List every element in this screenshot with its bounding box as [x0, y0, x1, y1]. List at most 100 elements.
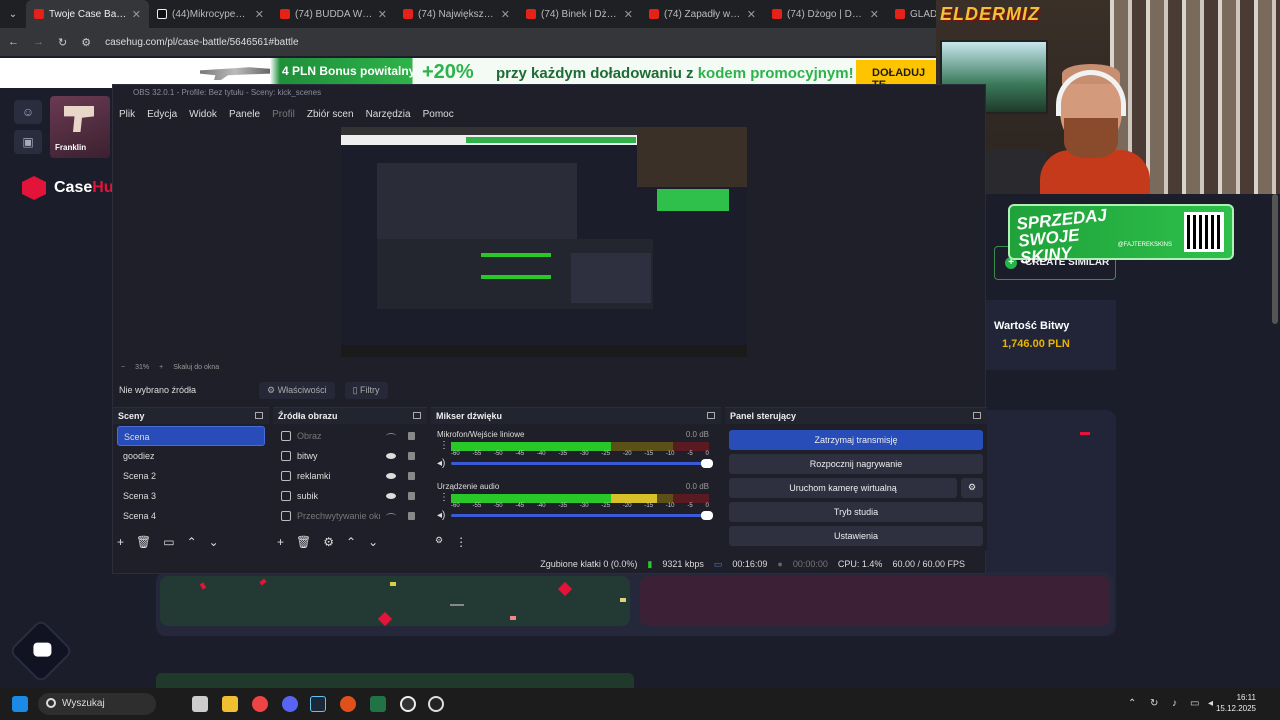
obs-preview[interactable]	[341, 127, 747, 357]
move-up-icon[interactable]: ⌃	[346, 535, 356, 549]
source-item[interactable]: subik	[273, 486, 427, 506]
eye-icon[interactable]	[386, 453, 396, 459]
eye-icon[interactable]	[386, 493, 396, 499]
browser-tab[interactable]: (74) Binek i Dżogo | ✕	[518, 0, 641, 28]
zoom-in-button[interactable]: +	[159, 364, 163, 371]
discord-icon[interactable]	[282, 696, 298, 712]
remove-scene-icon[interactable]: 🗑	[136, 535, 151, 549]
scene-item[interactable]: Scena	[117, 426, 265, 446]
add-source-icon[interactable]: +	[277, 535, 284, 549]
source-item[interactable]: bitwy	[273, 446, 427, 466]
forward-icon[interactable]: →	[33, 36, 44, 48]
virtual-camera-settings-icon[interactable]: ⚙	[961, 478, 983, 498]
source-item[interactable]: Przechwytywanie okr	[273, 506, 427, 526]
filters-button[interactable]: ▯ Filtry	[344, 381, 388, 399]
fit-window-label[interactable]: Skaluj do okna	[173, 364, 219, 371]
banner-cta-button[interactable]: DOŁADUJ TE	[856, 60, 940, 91]
control-button[interactable]: Uruchom kamerę wirtualną ⚙	[729, 478, 983, 498]
volume-slider[interactable]	[451, 511, 713, 520]
obs-taskbar-icon[interactable]	[428, 696, 444, 712]
casehug-logo[interactable]: CaseHu	[22, 176, 114, 200]
volume-slider[interactable]	[451, 459, 713, 468]
close-tab-icon[interactable]: ✕	[747, 8, 756, 21]
move-down-icon[interactable]: ⌄	[209, 535, 219, 549]
lock-icon[interactable]	[408, 492, 415, 500]
menu-item[interactable]: Zbiór scen	[307, 109, 354, 120]
control-button[interactable]: Ustawienia	[729, 526, 983, 546]
scene-item[interactable]: Scena 4	[117, 506, 265, 526]
close-tab-icon[interactable]: ✕	[501, 8, 510, 21]
undock-icon[interactable]	[255, 412, 263, 419]
remove-source-icon[interactable]: 🗑	[296, 535, 311, 549]
taskbar-search[interactable]: Wyszukaj	[38, 693, 156, 715]
sell-skins-ad[interactable]: SPRZEDAJ SWOJE SKINY @FAJTEREKSKINS	[1008, 204, 1234, 268]
properties-button[interactable]: ⚙ Właściwości	[259, 381, 335, 399]
tab-search-icon[interactable]: ⌄	[0, 9, 26, 20]
taskbar-clock[interactable]: 16:11 15.12.2025	[1216, 692, 1256, 714]
inventory-icon[interactable]: ▣	[14, 130, 42, 154]
scene-item[interactable]: goodiez	[117, 446, 265, 466]
lock-icon[interactable]	[408, 432, 415, 440]
menu-item[interactable]: Pomoc	[423, 109, 454, 120]
menu-item[interactable]: Profil	[272, 109, 295, 120]
windows-start-icon[interactable]	[12, 696, 28, 712]
close-tab-icon[interactable]: ✕	[132, 8, 141, 21]
undock-icon[interactable]	[973, 412, 981, 419]
eye-hidden-icon[interactable]	[386, 433, 396, 439]
filters-icon[interactable]: ▭	[163, 535, 174, 549]
mixer-menu-icon[interactable]: ⋮	[455, 535, 467, 549]
move-down-icon[interactable]: ⌄	[368, 535, 378, 549]
file-explorer-icon[interactable]	[222, 696, 238, 712]
mic-icon[interactable]: ♪	[1172, 698, 1177, 709]
item-card[interactable]: Franklin	[50, 96, 110, 158]
undock-icon[interactable]	[413, 412, 421, 419]
user-icon[interactable]: ☺	[14, 100, 42, 124]
network-icon[interactable]: ▭	[1190, 698, 1199, 709]
slider-handle[interactable]	[701, 459, 713, 468]
speaker-icon[interactable]: ◂)	[437, 458, 445, 469]
steam-icon[interactable]	[310, 696, 326, 712]
site-info-icon[interactable]: ⚙	[81, 36, 91, 49]
add-scene-icon[interactable]: +	[117, 535, 124, 549]
sync-icon[interactable]: ↻	[1150, 698, 1158, 709]
menu-item[interactable]: Edycja	[147, 109, 177, 120]
chrome-icon[interactable]	[252, 696, 268, 712]
move-up-icon[interactable]: ⌃	[187, 535, 197, 549]
menu-item[interactable]: Plik	[119, 109, 135, 120]
slider-handle[interactable]	[701, 511, 713, 520]
control-button[interactable]: Tryb studia	[729, 502, 983, 522]
undock-icon[interactable]	[707, 412, 715, 419]
menu-item[interactable]: Narzędzia	[366, 109, 411, 120]
close-tab-icon[interactable]: ✕	[255, 8, 264, 21]
speaker-icon[interactable]: ◂)	[437, 510, 445, 521]
tray-chevron-icon[interactable]: ⌃	[1128, 698, 1136, 709]
zoom-out-button[interactable]: −	[121, 364, 125, 371]
lock-icon[interactable]	[408, 452, 415, 460]
browser-tab[interactable]: (74) Największe Oszu ✕	[395, 0, 518, 28]
lock-icon[interactable]	[408, 512, 415, 520]
browser-tab[interactable]: (74) Dżogo | Dzień z ✕	[764, 0, 887, 28]
scene-item[interactable]: Scena 2	[117, 466, 265, 486]
channel-menu-icon[interactable]: ⋮	[439, 440, 449, 451]
eye-icon[interactable]	[386, 473, 396, 479]
excel-icon[interactable]	[370, 696, 386, 712]
app2-icon[interactable]	[400, 696, 416, 712]
scene-item[interactable]: Scena 3	[117, 486, 265, 506]
reload-icon[interactable]: ↻	[58, 36, 67, 49]
volume-icon[interactable]: ◂	[1208, 698, 1213, 709]
control-button[interactable]: Zatrzymaj transmisję	[729, 430, 983, 450]
advanced-audio-icon[interactable]: ⚙	[435, 535, 443, 549]
app-icon[interactable]	[340, 696, 356, 712]
url-field[interactable]: casehug.com/pl/case-battle/5646561#battl…	[105, 37, 298, 48]
close-tab-icon[interactable]: ✕	[870, 8, 879, 21]
source-item[interactable]: reklamki	[273, 466, 427, 486]
eye-hidden-icon[interactable]	[386, 513, 396, 519]
back-icon[interactable]: ←	[8, 36, 19, 48]
close-tab-icon[interactable]: ✕	[624, 8, 633, 21]
close-tab-icon[interactable]: ✕	[378, 8, 387, 21]
task-view-icon[interactable]	[192, 696, 208, 712]
channel-menu-icon[interactable]: ⋮	[439, 492, 449, 503]
page-scrollbar[interactable]	[1272, 194, 1278, 324]
menu-item[interactable]: Widok	[189, 109, 217, 120]
lock-icon[interactable]	[408, 472, 415, 480]
